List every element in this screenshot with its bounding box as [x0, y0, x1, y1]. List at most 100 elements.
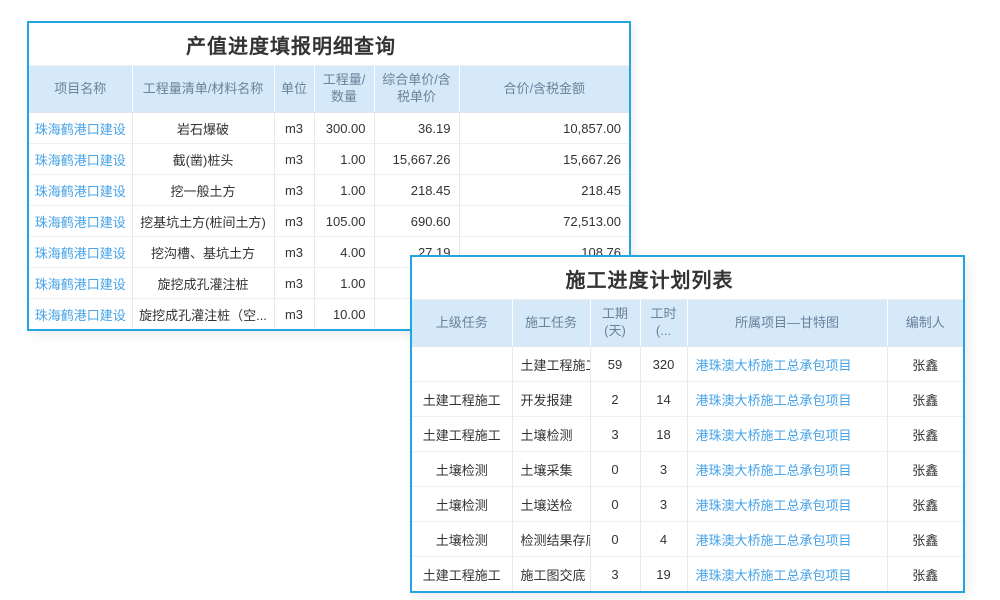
project-name-link[interactable]: 珠海鹤港口建设 [35, 122, 126, 137]
project-name-link[interactable]: 珠海鹤港口建设 [35, 153, 126, 168]
gantt-project-link[interactable]: 港珠澳大桥施工总承包项目 [696, 498, 852, 513]
table-row: 土壤检测土壤采集03 港珠澳大桥施工总承包项目 张鑫 [412, 452, 963, 487]
table-cell: 岩石爆破 [132, 113, 274, 144]
table-cell: 土壤检测 [512, 417, 590, 452]
table-cell: 张鑫 [887, 557, 963, 592]
table-cell: 土壤采集 [512, 452, 590, 487]
table-cell: m3 [274, 175, 314, 206]
table-row: 土建工程施工开发报建214港珠澳大桥施工总承包项目张鑫 [412, 382, 963, 417]
header-row: 项目名称工程量清单/材料名称单位工程量/ 数量综合单价/含 税单价合价/含税金额 [29, 66, 629, 113]
table-cell: 1.00 [314, 144, 374, 175]
table-body: 土建工程施工59320港珠澳大桥施工总承包项目张鑫土建工程施工开发报建214港珠… [412, 347, 963, 592]
construction-schedule-panel: 施工进度计划列表 上级任务施工任务工期 (天)工时 (...所属项目—甘特图编制… [410, 255, 965, 593]
table-cell: 港珠澳大桥施工总承包项目 [687, 382, 887, 417]
table-cell: 施工图交底 [512, 557, 590, 592]
table-cell: 挖基坑土方(桩间土方) [132, 206, 274, 237]
table-cell: 港珠澳大桥施工总承包项目 [687, 347, 887, 382]
table-cell: 港珠澳大桥施工总承包项目 [687, 487, 887, 522]
table-cell: 300.00 [314, 113, 374, 144]
table-cell: 1.00 [314, 268, 374, 299]
table-cell: 土建工程施工 [412, 557, 512, 592]
table-cell: 10.00 [314, 299, 374, 330]
column-header: 单位 [274, 66, 314, 113]
table-cell: 土壤检测 [412, 452, 512, 487]
table-cell: m3 [274, 206, 314, 237]
table-cell: 珠海鹤港口建设 [29, 299, 132, 330]
table-cell: 15,667.26 [459, 144, 629, 175]
table-cell: 珠海鹤港口建设 [29, 268, 132, 299]
table-cell: m3 [274, 237, 314, 268]
project-name-link[interactable]: 珠海鹤港口建设 [35, 246, 126, 261]
panel-title-output-value-query: 产值进度填报明细查询 [29, 23, 629, 65]
table-cell: 港珠澳大桥施工总承包项目 [687, 417, 887, 452]
table-cell: 18 [640, 417, 687, 452]
column-header: 所属项目—甘特图 [687, 300, 887, 347]
table-cell: 土壤送检 [512, 487, 590, 522]
table-cell: 690.60 [374, 206, 459, 237]
table-row: 土建工程施工土壤检测318港珠澳大桥施工总承包项目张鑫 [412, 417, 963, 452]
column-header: 编制人 [887, 300, 963, 347]
table-cell: 珠海鹤港口建设 [29, 237, 132, 268]
table-row: 珠海鹤港口建设截(凿)桩头m31.0015,667.2615,667.26 [29, 144, 629, 175]
table-cell: 218.45 [459, 175, 629, 206]
table-cell: 张鑫 [887, 417, 963, 452]
table-row: 珠海鹤港口建设挖一般土方m31.00218.45218.45 [29, 175, 629, 206]
gantt-project-link[interactable]: 港珠澳大桥施工总承包项目 [696, 358, 852, 373]
table-cell: 土壤检测 [412, 522, 512, 557]
table-cell: 2 [590, 382, 640, 417]
table-cell: 旋挖成孔灌注桩（空... [132, 299, 274, 330]
column-header: 工程量/ 数量 [314, 66, 374, 113]
table-cell: 14 [640, 382, 687, 417]
table-cell: 检测结果存底 [512, 522, 590, 557]
table-cell: 0 [590, 452, 640, 487]
project-name-link[interactable]: 珠海鹤港口建设 [35, 215, 126, 230]
table-cell: 旋挖成孔灌注桩 [132, 268, 274, 299]
table-cell [412, 347, 512, 382]
gantt-project-link[interactable]: 港珠澳大桥施工总承包项目 [696, 428, 852, 443]
table-header: 项目名称工程量清单/材料名称单位工程量/ 数量综合单价/含 税单价合价/含税金额 [29, 66, 629, 113]
table-cell: 105.00 [314, 206, 374, 237]
table-cell: 土壤检测 [412, 487, 512, 522]
table-cell: 59 [590, 347, 640, 382]
table-row: 土壤检测检测结果存底04港珠澳大桥施工总承包项目张鑫 [412, 522, 963, 557]
table-cell: 港珠澳大桥施工总承包项目 [687, 557, 887, 592]
table-cell: 张鑫 [887, 452, 963, 487]
project-name-link[interactable]: 珠海鹤港口建设 [35, 277, 126, 292]
panel-title-construction-schedule: 施工进度计划列表 [412, 257, 963, 299]
table-row: 珠海鹤港口建设挖基坑土方(桩间土方)m3105.00690.6072,513.0… [29, 206, 629, 237]
gantt-project-link[interactable]: 港珠澳大桥施工总承包项目 [696, 568, 852, 583]
project-name-link[interactable]: 珠海鹤港口建设 [35, 184, 126, 199]
project-name-link[interactable]: 珠海鹤港口建设 [35, 308, 126, 323]
column-header: 工程量清单/材料名称 [132, 66, 274, 113]
table-cell: 3 [590, 417, 640, 452]
gantt-project-link[interactable]: 港珠澳大桥施工总承包项目 [696, 533, 852, 548]
table-cell: 15,667.26 [374, 144, 459, 175]
column-header: 工期 (天) [590, 300, 640, 347]
construction-schedule-table: 上级任务施工任务工期 (天)工时 (...所属项目—甘特图编制人 土建工程施工5… [412, 299, 963, 591]
table-cell: 10,857.00 [459, 113, 629, 144]
table-cell: 3 [640, 452, 687, 487]
table-cell: 3 [590, 557, 640, 592]
table-header: 上级任务施工任务工期 (天)工时 (...所属项目—甘特图编制人 [412, 300, 963, 347]
table-cell: 珠海鹤港口建设 [29, 175, 132, 206]
table-cell: 4 [640, 522, 687, 557]
table-cell: 港珠澳大桥施工总承包项目 [687, 452, 887, 487]
column-header: 工时 (... [640, 300, 687, 347]
table-cell: 张鑫 [887, 487, 963, 522]
gantt-project-link[interactable]: 港珠澳大桥施工总承包项目 [696, 393, 852, 408]
table-cell: 0 [590, 487, 640, 522]
table-row: 土建工程施工施工图交底319港珠澳大桥施工总承包项目张鑫 [412, 557, 963, 592]
table-cell: 4.00 [314, 237, 374, 268]
table-cell: 土建工程施工 [512, 347, 590, 382]
header-row: 上级任务施工任务工期 (天)工时 (...所属项目—甘特图编制人 [412, 300, 963, 347]
table-row: 珠海鹤港口建设岩石爆破m3300.0036.1910,857.00 [29, 113, 629, 144]
table-cell: 开发报建 [512, 382, 590, 417]
table-cell: 1.00 [314, 175, 374, 206]
table-cell: 港珠澳大桥施工总承包项目 [687, 522, 887, 557]
table-cell: m3 [274, 144, 314, 175]
table-cell: 珠海鹤港口建设 [29, 113, 132, 144]
table-row: 土壤检测土壤送检03港珠澳大桥施工总承包项目张鑫 [412, 487, 963, 522]
table-cell: 218.45 [374, 175, 459, 206]
gantt-project-link[interactable]: 港珠澳大桥施工总承包项目 [696, 463, 852, 478]
table-cell: 320 [640, 347, 687, 382]
